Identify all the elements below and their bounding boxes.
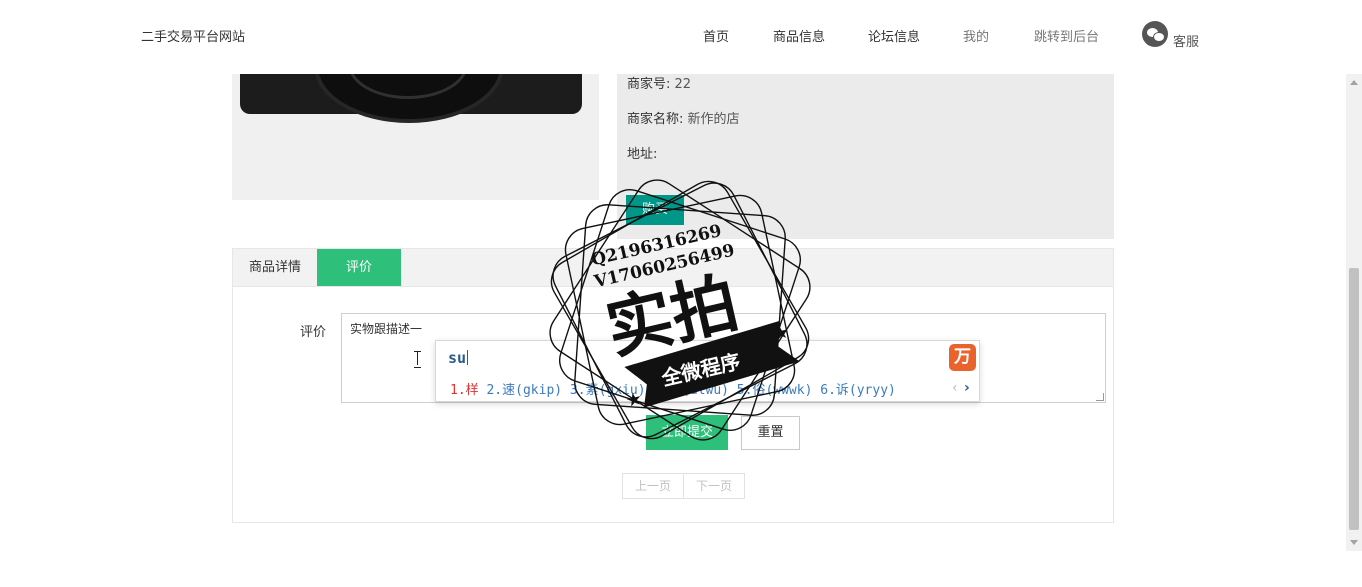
product-image [232, 74, 599, 200]
tab-review[interactable]: 评价 [317, 249, 401, 286]
next-page-button[interactable]: 下一页 [684, 474, 744, 498]
address-row: 地址: [627, 143, 657, 162]
merchant-no-value: 22 [674, 77, 692, 92]
top-header: 二手交易平台网站 首页 商品信息 论坛信息 我的 跳转到后台 客服 [0, 0, 1346, 74]
merchant-name-row: 商家名称: 新作的店 [627, 108, 740, 127]
merchant-no-label: 商家号: [627, 77, 671, 92]
ime-prev-page-icon[interactable]: ‹ [952, 380, 958, 396]
text-cursor-icon [414, 351, 421, 368]
vertical-scrollbar[interactable] [1346, 74, 1362, 551]
page: 二手交易平台网站 首页 商品信息 论坛信息 我的 跳转到后台 客服 商家号: 2… [0, 0, 1362, 587]
merchant-name-value: 新作的店 [687, 112, 740, 127]
buy-button[interactable]: 购买 [626, 195, 684, 225]
merchant-info-panel: 商家号: 22 商家名称: 新作的店 地址: 购买 [617, 74, 1114, 239]
ime-candidate-window: su 万 1.样 2.速(gkip) 3.素(gxiu) 4.苏(alwu) 5… [435, 340, 980, 402]
prev-page-button[interactable]: 上一页 [623, 474, 683, 498]
address-label: 地址: [627, 147, 658, 162]
camera-lens-shape [314, 74, 504, 123]
resize-handle[interactable] [1096, 393, 1104, 401]
wechat-icon[interactable] [1142, 21, 1168, 47]
tab-bar: 商品详情 评价 [233, 249, 1113, 287]
review-label: 评价 [300, 325, 327, 340]
ime-candidate-first[interactable]: 1.样 [450, 383, 479, 398]
nav-mine[interactable]: 我的 [963, 26, 989, 45]
ime-candidates-rest[interactable]: 2.速(gkip) 3.素(gxiu) 4.苏(alwu) 5.俗(wwwk) … [479, 383, 895, 398]
tab-product-detail[interactable]: 商品详情 [233, 249, 317, 286]
ime-composition: su [448, 349, 469, 367]
reset-button[interactable]: 重置 [741, 416, 800, 450]
merchant-no-row: 商家号: 22 [627, 73, 691, 92]
submit-button[interactable]: 立即提交 [646, 415, 728, 450]
nav-home[interactable]: 首页 [703, 26, 729, 45]
nav-forum-info[interactable]: 论坛信息 [868, 26, 920, 45]
customer-service-link[interactable]: 客服 [1173, 31, 1199, 50]
nav-admin[interactable]: 跳转到后台 [1034, 26, 1099, 45]
ime-next-page-icon[interactable]: › [964, 380, 970, 396]
scroll-up-arrow-icon[interactable] [1350, 80, 1358, 85]
ime-candidate-list[interactable]: 1.样 2.速(gkip) 3.素(gxiu) 4.苏(alwu) 5.俗(ww… [450, 379, 896, 398]
scroll-thumb[interactable] [1349, 268, 1359, 530]
nav-goods-info[interactable]: 商品信息 [773, 26, 825, 45]
pagination: 上一页 下一页 [622, 473, 745, 499]
scroll-down-arrow-icon[interactable] [1350, 540, 1358, 545]
merchant-name-label: 商家名称: [627, 112, 684, 127]
ime-logo-icon[interactable]: 万 [949, 344, 976, 371]
